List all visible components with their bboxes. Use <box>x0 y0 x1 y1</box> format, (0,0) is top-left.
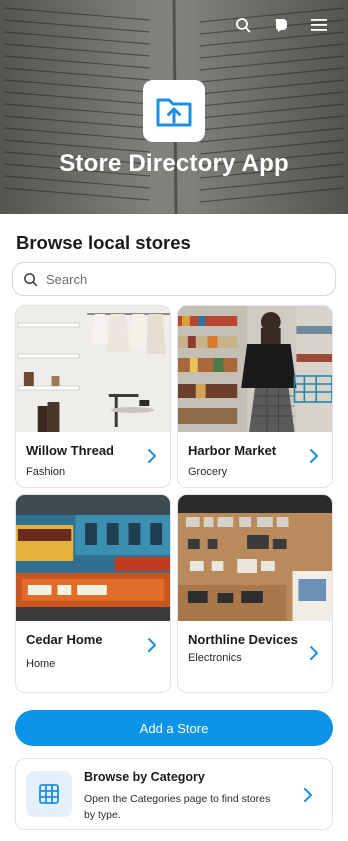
menu-icon[interactable] <box>308 14 330 36</box>
app-logo <box>143 80 205 142</box>
store-category: Home <box>26 658 56 670</box>
add-store-button[interactable]: Add a Store <box>15 710 333 746</box>
chevron-right-icon[interactable] <box>144 637 160 653</box>
top-icon-bar <box>232 14 330 36</box>
chevron-right-icon[interactable] <box>306 645 322 661</box>
grid-icon <box>39 784 59 804</box>
folder-upload-icon <box>156 98 192 127</box>
store-card[interactable]: Cedar Home Home <box>15 494 171 693</box>
store-name: Cedar Home <box>26 632 103 647</box>
chevron-right-icon[interactable] <box>306 448 322 464</box>
store-category: Electronics <box>188 652 242 664</box>
search-bar[interactable] <box>12 262 336 296</box>
category-card-title: Browse by Category <box>84 770 205 784</box>
section-title: Browse local stores <box>16 232 191 253</box>
store-image <box>16 306 170 432</box>
search-input[interactable] <box>46 271 306 287</box>
chevron-right-icon[interactable] <box>144 448 160 464</box>
store-category: Grocery <box>188 466 228 478</box>
chat-icon[interactable] <box>270 14 292 36</box>
store-name: Willow Thread <box>26 443 114 458</box>
app-title: Store Directory App <box>59 150 289 177</box>
store-image <box>178 306 332 432</box>
chevron-right-icon[interactable] <box>300 787 316 803</box>
store-name: Northline Devices <box>188 632 298 647</box>
store-image <box>16 495 170 621</box>
store-category: Fashion <box>26 466 66 478</box>
store-card[interactable]: Northline Devices Electronics <box>177 494 333 693</box>
store-name: Harbor Market <box>188 443 277 458</box>
browse-by-category-card[interactable]: Browse by Category Open the Categories p… <box>15 758 333 830</box>
store-card[interactable]: Willow Thread Fashion <box>15 305 171 488</box>
store-card[interactable]: Harbor Market Grocery <box>177 305 333 488</box>
hero-banner: Store Directory App <box>0 0 348 214</box>
store-image <box>178 495 332 621</box>
search-icon <box>24 272 38 286</box>
category-card-description: Open the Categories page to find stores … <box>84 793 271 821</box>
category-icon-tile <box>26 771 72 817</box>
search-icon[interactable] <box>232 14 254 36</box>
